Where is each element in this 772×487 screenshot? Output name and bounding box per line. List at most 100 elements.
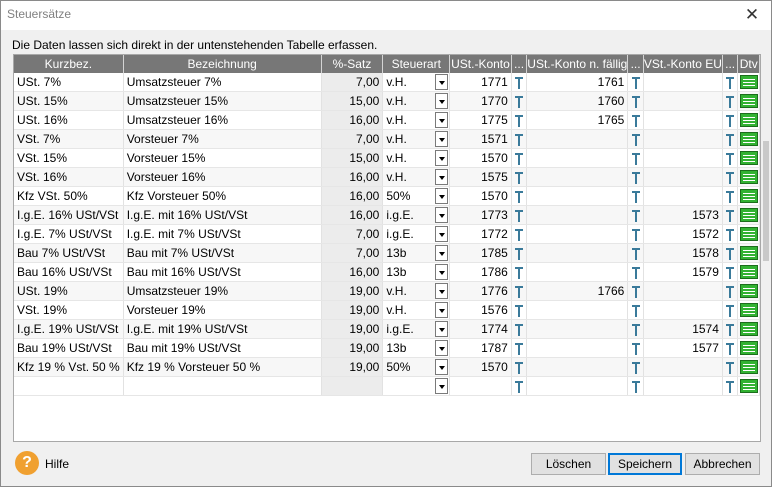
ust-konto-cell[interactable] [449,376,512,396]
dtv-cell[interactable] [737,129,760,149]
ust-konto-cell[interactable]: 1771 [449,73,512,92]
account-link-icon[interactable] [724,323,736,336]
column-header[interactable]: Bezeichnung [123,55,322,73]
satz-cell[interactable]: 16,00 [321,205,384,225]
kurzbez-cell[interactable]: Kfz 19 % Vst. 50 % [14,357,124,377]
account-link-icon[interactable] [513,95,525,108]
account-link-icon[interactable] [724,152,736,165]
ust-konto-cell[interactable]: 1776 [449,281,512,301]
kurzbez-cell[interactable]: I.g.E. 19% USt/VSt [14,319,124,339]
account-link-cell[interactable] [627,224,644,244]
account-link-cell[interactable] [722,110,739,130]
dropdown-arrow-icon[interactable] [435,169,449,185]
account-link-icon[interactable] [724,171,736,184]
account-link-cell[interactable] [722,338,739,358]
dtv-cell[interactable] [737,186,760,206]
ust-konto-cell[interactable]: 1772 [449,224,512,244]
dropdown-arrow-icon[interactable] [435,131,449,147]
table-row[interactable]: Bau 16% USt/VSt Bau mit 16% USt/VSt 16,00 1… [14,262,760,282]
account-link-icon[interactable] [513,152,525,165]
table-row[interactable]: Kfz VSt. 50% Kfz Vorsteuer 50% 16,00 50% 157… [14,186,760,206]
bezeichnung-cell[interactable]: Bau mit 16% USt/VSt [123,262,322,282]
dropdown-arrow-icon[interactable] [435,378,449,394]
table-row[interactable]: Kfz 19 % Vst. 50 % Kfz 19 % Vorsteuer 50 … [14,357,760,377]
bezeichnung-cell[interactable]: Kfz Vorsteuer 50% [123,186,322,206]
account-link-icon[interactable] [630,133,642,146]
satz-cell[interactable]: 15,00 [321,148,384,168]
dtv-cell[interactable] [737,91,760,111]
vst-konto-eu-cell[interactable] [643,91,723,111]
satz-cell[interactable]: 19,00 [321,357,384,377]
table-row[interactable]: I.g.E. 19% USt/VSt I.g.E. mit 19% USt/VSt… [14,319,760,339]
dtv-grid-icon[interactable] [739,227,758,242]
vst-konto-eu-cell[interactable] [643,167,723,187]
satz-cell[interactable]: 7,00 [321,129,384,149]
bezeichnung-cell[interactable]: Vorsteuer 19% [123,300,322,320]
steuerart-cell[interactable]: v.H. [382,148,451,168]
vst-konto-eu-cell[interactable] [643,148,723,168]
account-link-cell[interactable] [627,319,644,339]
kurzbez-cell[interactable]: Bau 16% USt/VSt [14,262,124,282]
bezeichnung-cell[interactable]: I.g.E. mit 19% USt/VSt [123,319,322,339]
dtv-cell[interactable] [737,376,760,396]
steuerart-cell[interactable]: v.H. [382,91,451,111]
account-link-cell[interactable] [511,205,528,225]
account-link-icon[interactable] [630,323,642,336]
ust-konto-nf-cell[interactable] [526,148,629,168]
account-link-icon[interactable] [513,361,525,374]
cancel-button[interactable]: Abbrechen [685,453,760,475]
vst-konto-eu-cell[interactable] [643,73,723,92]
account-link-icon[interactable] [630,247,642,260]
table-row[interactable]: Bau 7% USt/VSt Bau mit 7% USt/VSt 7,00 13b 1… [14,243,760,263]
account-link-cell[interactable] [511,110,528,130]
kurzbez-cell[interactable]: VSt. 16% [14,167,124,187]
ust-konto-nf-cell[interactable]: 1765 [526,110,629,130]
dropdown-arrow-icon[interactable] [435,359,449,375]
account-link-cell[interactable] [627,186,644,206]
account-link-cell[interactable] [722,376,739,396]
satz-cell[interactable] [321,376,384,396]
kurzbez-cell[interactable]: I.g.E. 7% USt/VSt [14,224,124,244]
vst-konto-eu-cell[interactable]: 1573 [643,205,723,225]
ust-konto-cell[interactable]: 1773 [449,205,512,225]
account-link-cell[interactable] [627,205,644,225]
account-link-icon[interactable] [513,285,525,298]
ust-konto-nf-cell[interactable] [526,224,629,244]
account-link-cell[interactable] [722,205,739,225]
account-link-icon[interactable] [630,209,642,222]
column-header[interactable]: USt.-Konto [449,55,512,73]
table-row[interactable]: USt. 15% Umsatzsteuer 15% 15,00 v.H. 1770 176… [14,91,760,111]
kurzbez-cell[interactable] [14,376,124,396]
account-link-cell[interactable] [722,167,739,187]
satz-cell[interactable]: 7,00 [321,224,384,244]
dropdown-arrow-icon[interactable] [435,188,449,204]
ust-konto-cell[interactable]: 1775 [449,110,512,130]
account-link-icon[interactable] [513,171,525,184]
satz-cell[interactable]: 16,00 [321,167,384,187]
dtv-cell[interactable] [737,357,760,377]
account-link-icon[interactable] [630,152,642,165]
vst-konto-eu-cell[interactable] [643,110,723,130]
ust-konto-nf-cell[interactable] [526,243,629,263]
bezeichnung-cell[interactable]: Bau mit 7% USt/VSt [123,243,322,263]
vst-konto-eu-cell[interactable] [643,186,723,206]
kurzbez-cell[interactable]: USt. 7% [14,73,124,92]
dtv-grid-icon[interactable] [739,246,758,261]
steuerart-cell[interactable]: v.H. [382,129,451,149]
bezeichnung-cell[interactable]: Vorsteuer 7% [123,129,322,149]
steuerart-cell[interactable]: v.H. [382,167,451,187]
column-header[interactable]: ... [627,55,644,73]
bezeichnung-cell[interactable]: Umsatzsteuer 19% [123,281,322,301]
account-link-cell[interactable] [627,338,644,358]
table-row[interactable] [14,376,760,396]
account-link-cell[interactable] [722,243,739,263]
save-button[interactable]: Speichern [608,453,682,475]
account-link-cell[interactable] [627,110,644,130]
kurzbez-cell[interactable]: Bau 19% USt/VSt [14,338,124,358]
satz-cell[interactable]: 19,00 [321,281,384,301]
dtv-cell[interactable] [737,73,760,92]
kurzbez-cell[interactable]: VSt. 7% [14,129,124,149]
account-link-cell[interactable] [627,262,644,282]
bezeichnung-cell[interactable] [123,376,322,396]
account-link-cell[interactable] [627,243,644,263]
